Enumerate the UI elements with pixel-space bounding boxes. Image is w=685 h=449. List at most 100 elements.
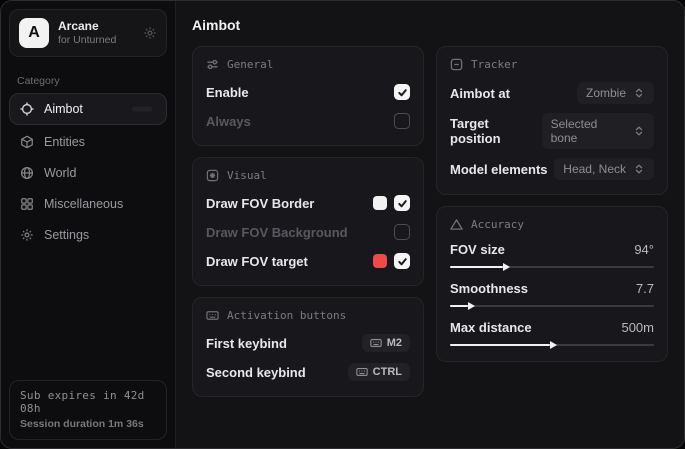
setting-row-fov-background: Draw FOV Background [206,222,410,242]
setting-row-fov-size: FOV size 94° [450,242,654,268]
accuracy-card: Accuracy FOV size 94° Smoothness [436,206,668,362]
fov-target-color-swatch[interactable] [373,254,387,268]
card-title: Activation buttons [227,309,346,322]
setting-row-model-elements: Model elements Head, Neck [450,158,654,180]
keyboard-icon [356,366,368,378]
app-name: Arcane [58,19,134,34]
visual-icon [206,169,219,182]
visual-card: Visual Draw FOV Border Draw FOV Backgrou… [192,157,424,286]
slider-fill [450,305,468,307]
chevrons-up-down-icon [633,87,645,99]
setting-label: Aimbot at [450,86,510,101]
keyboard-icon [206,309,219,322]
sidebar-item-label: Aimbot [44,102,83,116]
scan-icon [450,58,463,71]
target-position-select[interactable]: Selected bone [542,113,654,149]
setting-row-second-keybind: Second keybind CTRL [206,362,410,382]
app-logo: A [19,18,49,48]
sidebar-item-entities[interactable]: Entities [9,128,167,156]
right-column: Tracker Aimbot at Zombie Target position [436,46,668,408]
setting-row-max-distance: Max distance 500m [450,320,654,346]
tracker-card: Tracker Aimbot at Zombie Target position [436,46,668,195]
select-value: Head, Neck [563,162,626,176]
setting-row-smoothness: Smoothness 7.7 [450,281,654,307]
setting-label: Max distance [450,320,532,335]
category-label: Category [17,75,159,87]
card-title: Visual [227,169,267,182]
sidebar-item-label: Miscellaneous [44,197,123,211]
session-duration-text: Session duration 1m 36s [20,418,156,430]
sub-expires-text: Sub expires in 42d 08h [20,389,156,415]
max-distance-slider[interactable] [450,344,654,346]
select-value: Zombie [586,86,626,100]
left-column: General Enable Always [192,46,424,408]
gear-icon [20,228,34,242]
active-item-hint [132,107,152,112]
sidebar-nav: Aimbot Entities World Miscellaneous [1,91,175,254]
fov-border-color-swatch[interactable] [373,196,387,210]
page-title: Aimbot [192,17,668,33]
globe-icon [20,166,34,180]
setting-label: FOV size [450,242,505,257]
slider-fill [450,344,550,346]
cube-icon [20,135,34,149]
setting-row-always: Always [206,111,410,131]
app-window: A Arcane for Unturned Category Aimbot [0,0,685,449]
smoothness-slider[interactable] [450,305,654,307]
max-distance-value: 500m [621,320,654,335]
enable-checkbox[interactable] [394,84,410,100]
subscription-status-card: Sub expires in 42d 08h Session duration … [9,380,167,440]
setting-label: Smoothness [450,281,528,296]
sidebar-item-label: Settings [44,228,89,242]
chevrons-up-down-icon [633,163,645,175]
model-elements-select[interactable]: Head, Neck [554,158,654,180]
slider-fill [450,266,503,268]
sliders-icon [206,58,219,71]
main-panel: Aimbot General Enable [176,1,684,448]
sidebar-item-world[interactable]: World [9,159,167,187]
card-title: Accuracy [471,218,524,231]
fov-border-checkbox[interactable] [394,195,410,211]
setting-label: Target position [450,116,542,146]
crosshair-icon [20,102,34,116]
setting-row-target-position: Target position Selected bone [450,113,654,149]
setting-row-fov-border: Draw FOV Border [206,193,410,213]
setting-row-enable: Enable [206,82,410,102]
card-title: Tracker [471,58,517,71]
setting-label: Model elements [450,162,548,177]
select-value: Selected bone [551,117,626,145]
card-title: General [227,58,273,71]
setting-row-first-keybind: First keybind M2 [206,333,410,353]
logo-text: Arcane for Unturned [58,19,134,47]
setting-label: Second keybind [206,365,306,380]
fov-target-checkbox[interactable] [394,253,410,269]
activation-buttons-card: Activation buttons First keybind M2 Seco… [192,297,424,397]
sidebar-item-aimbot[interactable]: Aimbot [9,93,167,125]
chevrons-up-down-icon [633,125,645,137]
always-checkbox[interactable] [394,113,410,129]
setting-label: Draw FOV Border [206,196,314,211]
logo-card: A Arcane for Unturned [9,9,167,57]
keybind-value: M2 [387,337,402,349]
aimbot-at-select[interactable]: Zombie [577,82,654,104]
sidebar-item-settings[interactable]: Settings [9,221,167,249]
app-subtitle: for Unturned [58,34,134,47]
setting-label: Draw FOV target [206,254,308,269]
keybind-value: CTRL [373,366,402,378]
keyboard-icon [370,337,382,349]
fov-background-checkbox[interactable] [394,224,410,240]
fov-size-value: 94° [634,242,654,257]
first-keybind-button[interactable]: M2 [362,334,410,352]
setting-row-fov-target: Draw FOV target [206,251,410,271]
sidebar-item-miscellaneous[interactable]: Miscellaneous [9,190,167,218]
setting-row-aimbot-at: Aimbot at Zombie [450,82,654,104]
grid-icon [20,197,34,211]
general-card: General Enable Always [192,46,424,146]
fov-size-slider[interactable] [450,266,654,268]
sidebar: A Arcane for Unturned Category Aimbot [1,1,176,448]
setting-label: First keybind [206,336,287,351]
smoothness-value: 7.7 [636,281,654,296]
gear-icon[interactable] [143,26,157,40]
setting-label: Always [206,114,251,129]
second-keybind-button[interactable]: CTRL [348,363,410,381]
